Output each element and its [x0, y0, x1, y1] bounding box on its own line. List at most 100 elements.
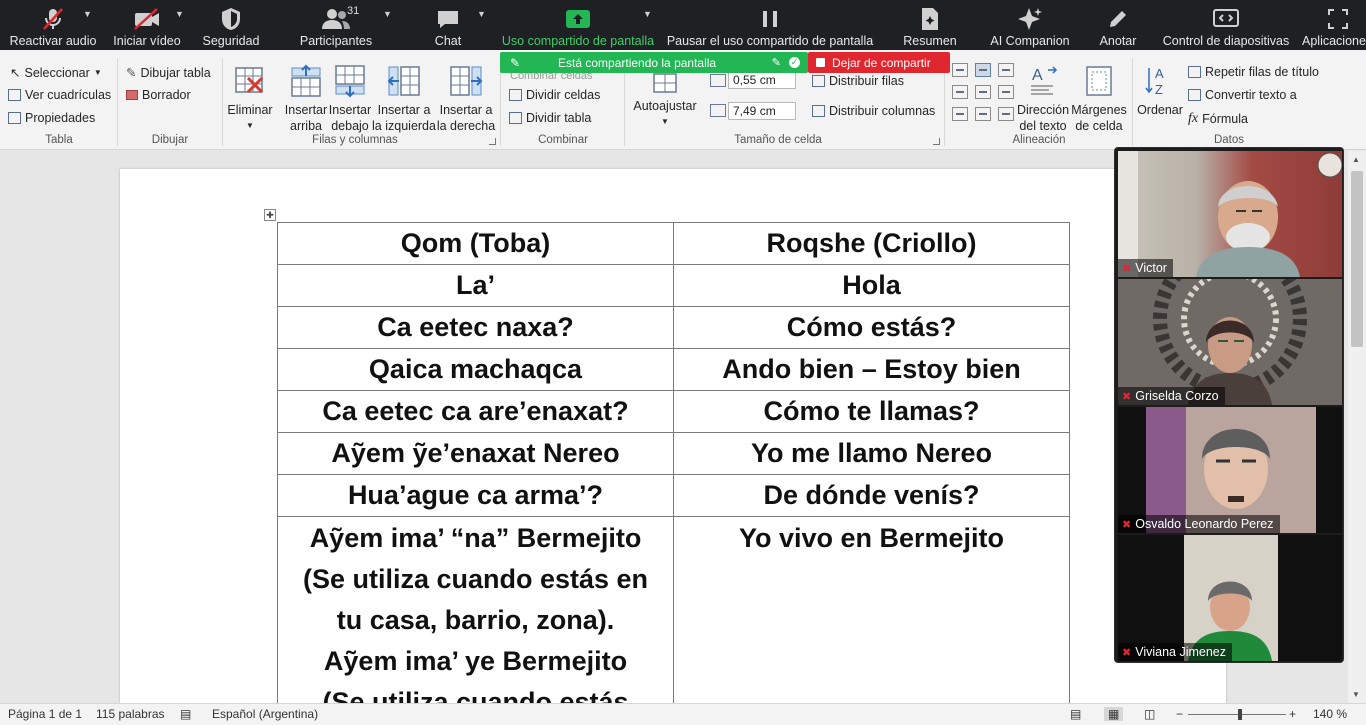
scroll-up-arrow-icon[interactable]: ▲ — [1352, 155, 1360, 164]
chat-chevron-icon[interactable]: ▼ — [477, 9, 486, 19]
participants-chevron-icon[interactable]: ▼ — [383, 9, 392, 19]
table-cell[interactable]: Roqshe (Criollo) — [673, 222, 1070, 265]
autofit-button[interactable]: Autoajustar ▼ — [630, 72, 700, 130]
audio-options-chevron-icon[interactable]: ▼ — [83, 9, 92, 19]
cell-margins-icon — [1086, 66, 1112, 96]
split-table-button[interactable]: Dividir tabla — [509, 111, 591, 125]
insert-below-button[interactable]: Insertar debajo — [326, 64, 374, 134]
zoom-level[interactable]: 140 % — [1313, 707, 1347, 721]
properties-button[interactable]: Propiedades — [8, 111, 95, 125]
insert-right-button[interactable]: Insertar a la derecha — [436, 64, 496, 134]
draw-table-button[interactable]: ✎ Dibujar tabla — [126, 65, 211, 81]
scrollbar-thumb[interactable] — [1351, 171, 1363, 347]
insert-above-button[interactable]: Insertar arriba — [282, 64, 330, 134]
sort-button[interactable]: AZ Ordenar — [1136, 64, 1184, 118]
table-cell-long[interactable]: Aỹem ima’ “na” Bermejito (Se utiliza cua… — [277, 516, 674, 703]
start-video-button[interactable]: Iniciar vídeo — [112, 0, 182, 50]
apps-button[interactable]: Aplicaciones — [1302, 0, 1366, 50]
table-move-handle-icon[interactable]: ✚ — [264, 209, 276, 221]
table-cell[interactable]: Yo vivo en Bermejito — [673, 516, 1070, 703]
align-middle-right-icon[interactable] — [998, 85, 1014, 99]
align-bottom-right-icon[interactable] — [998, 107, 1014, 121]
zoom-slider[interactable] — [1188, 709, 1286, 720]
share-chevron-icon[interactable]: ▼ — [643, 9, 652, 19]
table-cell[interactable]: Ca eetec naxa? — [277, 306, 674, 349]
video-options-chevron-icon[interactable]: ▼ — [175, 9, 184, 19]
align-middle-center-icon[interactable] — [975, 85, 991, 99]
slide-control-button[interactable]: Control de diapositivas — [1163, 0, 1289, 50]
mic-muted-mini-icon: ✎ — [771, 57, 781, 69]
annotate-button[interactable]: Anotar — [1096, 0, 1140, 50]
align-top-left-icon[interactable] — [952, 63, 968, 77]
rows-columns-dialog-launcher-icon[interactable] — [489, 138, 496, 145]
distribute-rows-button[interactable]: Distribuir filas — [812, 74, 904, 88]
text-direction-button[interactable]: A Dirección del texto — [1014, 64, 1072, 134]
zoom-in-icon[interactable]: + — [1289, 707, 1296, 721]
print-layout-icon[interactable]: ▦ — [1104, 707, 1124, 721]
pause-share-button[interactable]: Pausar el uso compartido de pantalla — [667, 0, 873, 50]
table-cell[interactable]: Hola — [673, 264, 1070, 307]
cell-size-dialog-launcher-icon[interactable] — [933, 138, 940, 145]
chat-bubble-icon — [436, 7, 460, 31]
align-top-center-icon[interactable] — [975, 63, 991, 77]
cell-margins-button[interactable]: Márgenes de celda — [1070, 64, 1128, 134]
proofing-icon[interactable]: ▤ — [180, 707, 191, 721]
sort-az-icon: AZ — [1145, 66, 1164, 97]
video-tile[interactable]: ✖ Osvaldo Leonardo Perez — [1118, 407, 1342, 533]
sharing-status-banner: ✎ Está compartiendo la pantalla ✎ ✓ — [500, 52, 808, 73]
align-middle-left-icon[interactable] — [952, 85, 968, 99]
participants-button[interactable]: 31 Participantes — [298, 0, 374, 50]
zoom-slider-thumb[interactable] — [1238, 709, 1242, 720]
insert-left-button[interactable]: Insertar a la izquierda — [372, 64, 436, 134]
convert-to-text-button[interactable]: Convertir texto a — [1188, 88, 1297, 102]
vertical-scrollbar[interactable]: ▲ ▼ — [1348, 151, 1366, 703]
table-cell[interactable]: Cómo estás? — [673, 306, 1070, 349]
video-tile[interactable]: ✖ Victor — [1118, 151, 1342, 277]
align-bottom-center-icon[interactable] — [975, 107, 991, 121]
summary-button[interactable]: Resumen — [902, 0, 958, 50]
language-indicator[interactable]: Español (Argentina) — [212, 707, 318, 721]
chat-button[interactable]: Chat — [428, 0, 468, 50]
row-height-input[interactable]: 0,55 cm — [728, 71, 796, 89]
table-cell[interactable]: De dónde venís? — [673, 474, 1070, 517]
repeat-header-rows-button[interactable]: Repetir filas de título — [1188, 65, 1319, 79]
group-label-table: Tabla — [45, 134, 73, 146]
column-width-input[interactable]: 7,49 cm — [728, 102, 796, 120]
view-gridlines-button[interactable]: Ver cuadrículas — [8, 88, 111, 102]
video-tile[interactable]: ✖ Griselda Corzo — [1118, 279, 1342, 405]
unmute-button[interactable]: Reactivar audio — [10, 0, 96, 50]
zoom-out-icon[interactable]: − — [1176, 707, 1183, 721]
group-divider — [117, 58, 118, 146]
svg-text:Z: Z — [1155, 82, 1163, 97]
select-button[interactable]: ↖ Seleccionar ▼ — [10, 65, 102, 81]
delete-button[interactable]: Eliminar ▼ — [226, 64, 274, 134]
video-off-icon — [133, 7, 161, 31]
video-tile[interactable]: ✖ Viviana Jimenez — [1118, 535, 1342, 661]
ai-companion-button[interactable]: AI Companion — [988, 0, 1072, 50]
align-bottom-left-icon[interactable] — [952, 107, 968, 121]
table-cell[interactable]: La’ — [277, 264, 674, 307]
word-count[interactable]: 115 palabras — [96, 707, 165, 721]
table-cell[interactable]: Yo me llamo Nereo — [673, 432, 1070, 475]
split-cells-button[interactable]: Dividir celdas — [509, 88, 600, 102]
web-layout-icon[interactable]: ◫ — [1144, 707, 1155, 721]
align-top-right-icon[interactable] — [998, 63, 1014, 77]
eraser-button[interactable]: Borrador — [126, 88, 191, 102]
distribute-columns-button[interactable]: Distribuir columnas — [812, 104, 935, 118]
table-cell[interactable]: Cómo te llamas? — [673, 390, 1070, 433]
table-cell[interactable]: Qom (Toba) — [277, 222, 674, 265]
stop-sharing-button[interactable]: Dejar de compartir — [808, 52, 950, 73]
security-button[interactable]: Seguridad — [200, 0, 262, 50]
share-screen-button[interactable]: Uso compartido de pantalla — [502, 0, 654, 50]
page-count[interactable]: Página 1 de 1 — [8, 707, 82, 721]
split-cells-icon — [509, 89, 522, 101]
table-cell[interactable]: Ando bien – Estoy bien — [673, 348, 1070, 391]
formula-button[interactable]: fx Fórmula — [1188, 111, 1248, 127]
scroll-down-arrow-icon[interactable]: ▼ — [1352, 690, 1360, 699]
read-mode-icon[interactable]: ▤ — [1070, 707, 1081, 721]
table-cell[interactable]: Ca eetec ca are’enaxat? — [277, 390, 674, 433]
formula-fx-icon: fx — [1188, 111, 1199, 126]
table-cell[interactable]: Hua’ague ca arma’? — [277, 474, 674, 517]
table-cell[interactable]: Qaica machaqca — [277, 348, 674, 391]
table-cell[interactable]: Aỹem ỹe’enaxat Nereo — [277, 432, 674, 475]
